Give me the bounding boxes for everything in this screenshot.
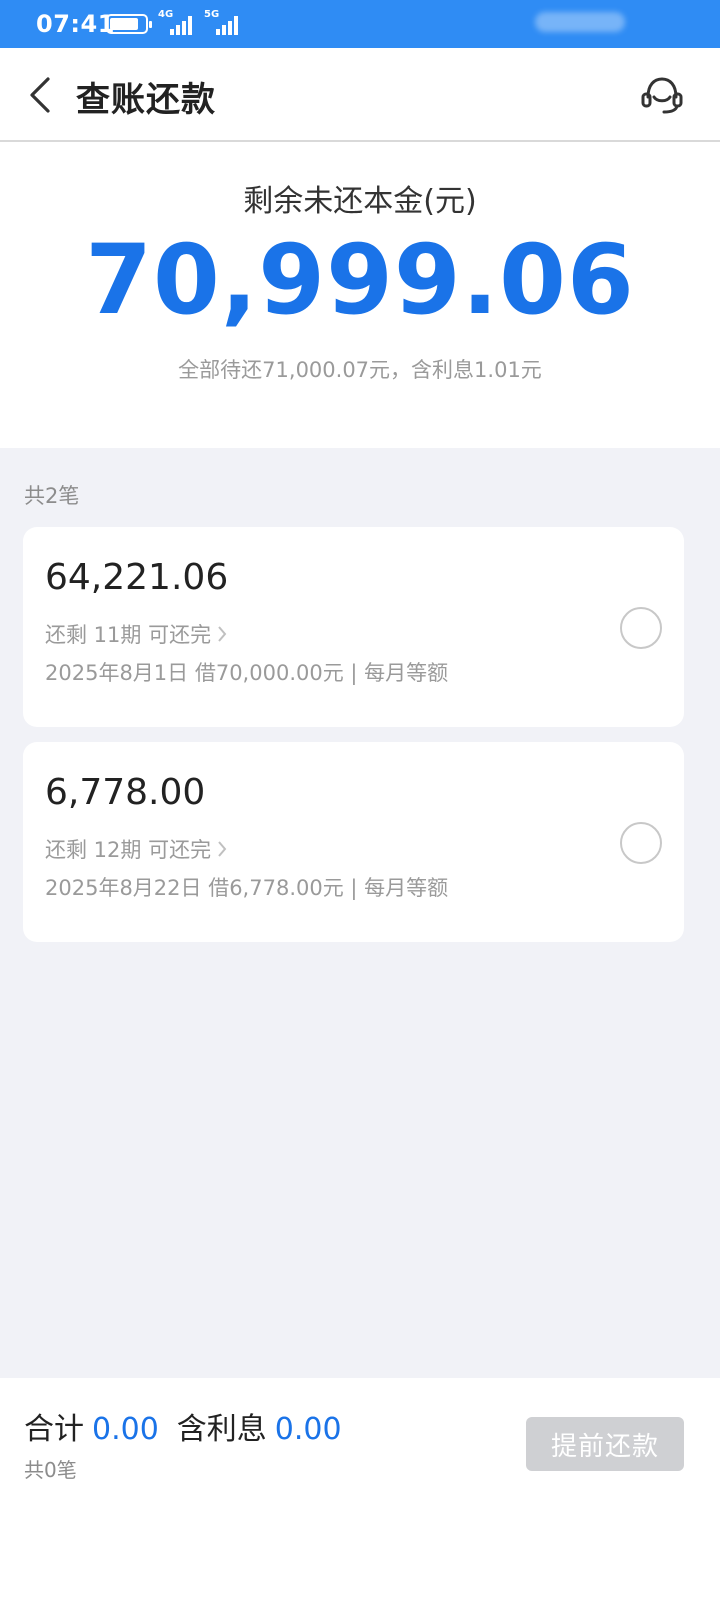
footer-bar: 合计 0.00 含利息 0.00 共0笔 提前还款 xyxy=(0,1378,720,1600)
loan-detail: 2025年8月1日 借70,000.00元 | 每月等额 xyxy=(45,661,449,685)
loan-remaining-periods[interactable]: 还剩 11期 可还完 xyxy=(45,619,227,649)
chevron-left-icon xyxy=(30,77,50,113)
total-value: 0.00 xyxy=(92,1412,159,1447)
loan-remaining-text: 还剩 11期 可还完 xyxy=(45,623,212,647)
interest-label: 含利息 xyxy=(176,1412,267,1447)
total-row: 合计 0.00 含利息 0.00 xyxy=(24,1404,360,1448)
customer-service-button[interactable] xyxy=(634,70,690,120)
remaining-principal-label: 剩余未还本金(元) xyxy=(243,184,477,219)
remaining-principal-amount: 70,999.06 xyxy=(85,224,635,336)
loan-count-label: 共2笔 xyxy=(24,484,80,508)
prepay-button[interactable]: 提前还款 xyxy=(526,1417,684,1471)
loan-select-radio[interactable] xyxy=(620,607,662,649)
page-title: 查账还款 xyxy=(76,80,216,120)
loan-amount: 64,221.06 xyxy=(45,557,229,598)
total-label: 合计 xyxy=(24,1412,84,1447)
signal-icon: 5G xyxy=(204,10,246,38)
loan-select-radio[interactable] xyxy=(620,822,662,864)
battery-icon xyxy=(106,14,152,34)
signal-icon: 4G xyxy=(158,10,200,38)
customer-service-icon xyxy=(641,77,683,114)
nav-bar: 查账还款 xyxy=(0,48,720,142)
principal-summary: 剩余未还本金(元) 70,999.06 全部待还71,000.07元，含利息1.… xyxy=(0,142,720,448)
chevron-right-icon xyxy=(217,625,227,643)
blurred-status-icons xyxy=(535,12,625,32)
loan-amount: 6,778.00 xyxy=(45,772,206,813)
selected-count: 共0笔 xyxy=(24,1458,77,1482)
loan-card[interactable]: 64,221.06 还剩 11期 可还完 2025年8月1日 借70,000.0… xyxy=(23,527,684,727)
loan-detail: 2025年8月22日 借6,778.00元 | 每月等额 xyxy=(45,876,449,900)
interest-value: 0.00 xyxy=(274,1412,342,1447)
status-bar: 07:41 4G 5G xyxy=(0,0,720,48)
chevron-right-icon xyxy=(217,840,227,858)
back-button[interactable] xyxy=(20,70,60,120)
status-time: 07:41 xyxy=(36,10,115,38)
loan-card[interactable]: 6,778.00 还剩 12期 可还完 2025年8月22日 借6,778.00… xyxy=(23,742,684,942)
loan-remaining-text: 还剩 12期 可还完 xyxy=(45,838,212,862)
total-due-text: 全部待还71,000.07元，含利息1.01元 xyxy=(178,358,542,382)
loan-remaining-periods[interactable]: 还剩 12期 可还完 xyxy=(45,834,227,864)
